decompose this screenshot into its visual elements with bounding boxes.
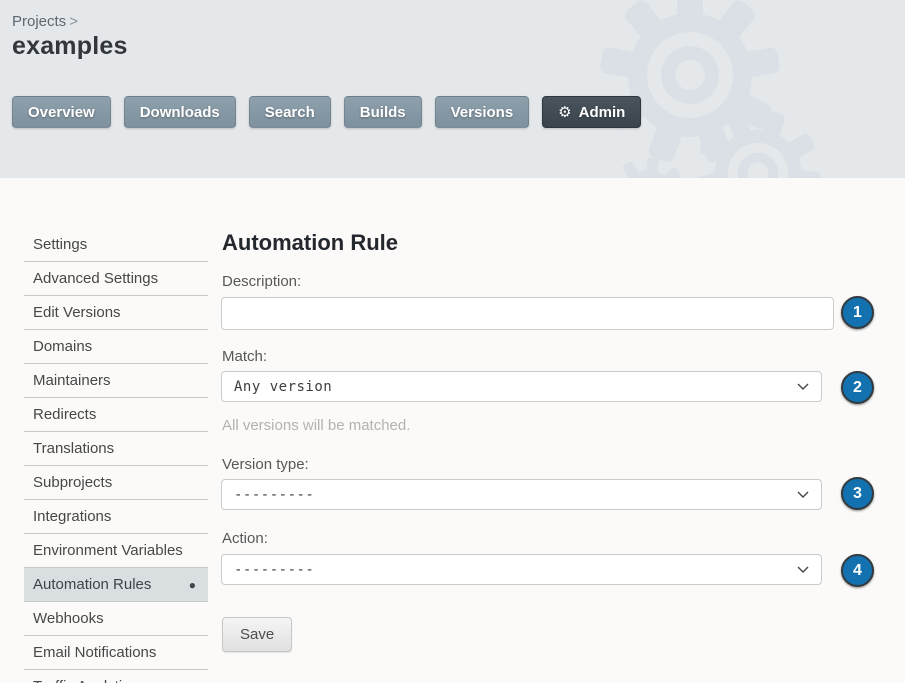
project-nav: Overview Downloads Search Builds Version… — [12, 96, 641, 128]
sidebar-item-maintainers[interactable]: Maintainers — [24, 364, 208, 398]
action-label: Action: — [222, 530, 268, 547]
breadcrumb: Projects> — [12, 13, 78, 30]
description-label: Description: — [222, 273, 301, 290]
chevron-down-icon — [797, 383, 809, 391]
action-select-value: --------- — [234, 562, 314, 578]
tab-overview[interactable]: Overview — [12, 96, 111, 128]
page-title: examples — [12, 32, 128, 61]
chevron-down-icon — [797, 491, 809, 499]
sidebar-item-webhooks[interactable]: Webhooks — [24, 602, 208, 636]
sidebar-item-settings[interactable]: Settings — [24, 228, 208, 262]
breadcrumb-link-projects[interactable]: Projects — [12, 13, 66, 30]
sidebar-item-domains[interactable]: Domains — [24, 330, 208, 364]
sidebar-item-email-notifications[interactable]: Email Notifications — [24, 636, 208, 670]
chevron-down-icon — [797, 566, 809, 574]
match-label: Match: — [222, 348, 267, 365]
section-title: Automation Rule — [222, 230, 398, 256]
project-header: Projects> examples Overview Downloads Se… — [0, 0, 905, 178]
version-type-label: Version type: — [222, 456, 309, 473]
tab-builds[interactable]: Builds — [344, 96, 422, 128]
sidebar-item-label: Automation Rules — [33, 576, 151, 593]
tab-admin[interactable]: ⚙ Admin — [542, 96, 641, 128]
annotation-badge-2: 2 — [841, 371, 874, 404]
sidebar-item-traffic-analytics[interactable]: Traffic Analytics — [24, 670, 208, 683]
breadcrumb-separator: > — [69, 13, 78, 30]
action-select[interactable]: --------- — [221, 554, 822, 585]
gear-icon: ⚙ — [558, 103, 571, 121]
tab-downloads[interactable]: Downloads — [124, 96, 236, 128]
tab-search[interactable]: Search — [249, 96, 331, 128]
current-page-bullet: ● — [189, 576, 196, 594]
admin-sidebar: Settings Advanced Settings Edit Versions… — [24, 228, 208, 683]
sidebar-item-redirects[interactable]: Redirects — [24, 398, 208, 432]
sidebar-item-automation-rules[interactable]: ● Automation Rules — [24, 568, 208, 602]
sidebar-item-advanced-settings[interactable]: Advanced Settings — [24, 262, 208, 296]
sidebar-item-environment-variables[interactable]: Environment Variables — [24, 534, 208, 568]
admin-automation-rule-page: Projects> examples Overview Downloads Se… — [0, 0, 905, 683]
description-input[interactable] — [221, 297, 834, 330]
match-help-text: All versions will be matched. — [222, 417, 410, 434]
version-type-select[interactable]: --------- — [221, 479, 822, 510]
sidebar-item-integrations[interactable]: Integrations — [24, 500, 208, 534]
annotation-badge-3: 3 — [841, 477, 874, 510]
match-select-value: Any version — [234, 379, 332, 395]
version-type-select-value: --------- — [234, 487, 314, 503]
sidebar-item-edit-versions[interactable]: Edit Versions — [24, 296, 208, 330]
tab-versions[interactable]: Versions — [435, 96, 530, 128]
gears-decoration — [585, 0, 905, 178]
save-button[interactable]: Save — [222, 617, 292, 652]
annotation-badge-1: 1 — [841, 296, 874, 329]
match-select[interactable]: Any version — [221, 371, 822, 402]
tab-admin-label: Admin — [579, 104, 626, 121]
sidebar-item-subprojects[interactable]: Subprojects — [24, 466, 208, 500]
annotation-badge-4: 4 — [841, 554, 874, 587]
sidebar-item-translations[interactable]: Translations — [24, 432, 208, 466]
